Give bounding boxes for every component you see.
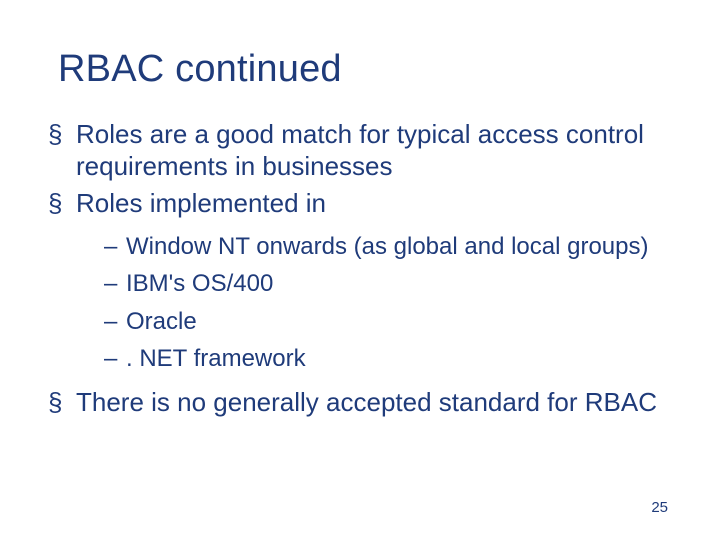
bullet-item: Roles implemented in Window NT onwards (… (48, 188, 672, 376)
sub-item: Window NT onwards (as global and local g… (104, 228, 672, 265)
bullet-text: There is no generally accepted standard … (76, 387, 657, 417)
page-number: 25 (651, 499, 668, 516)
bullet-text: Roles are a good match for typical acces… (76, 119, 644, 181)
sub-item: Oracle (104, 303, 672, 340)
slide-title: RBAC continued (58, 48, 680, 91)
bullet-list: Roles are a good match for typical acces… (40, 119, 680, 419)
bullet-text: Roles implemented in (76, 188, 326, 218)
bullet-item: There is no generally accepted standard … (48, 387, 672, 419)
bullet-item: Roles are a good match for typical acces… (48, 119, 672, 182)
sub-item: IBM's OS/400 (104, 265, 672, 302)
slide: RBAC continued Roles are a good match fo… (0, 0, 720, 540)
sub-item: . NET framework (104, 340, 672, 377)
sub-list: Window NT onwards (as global and local g… (76, 228, 672, 377)
